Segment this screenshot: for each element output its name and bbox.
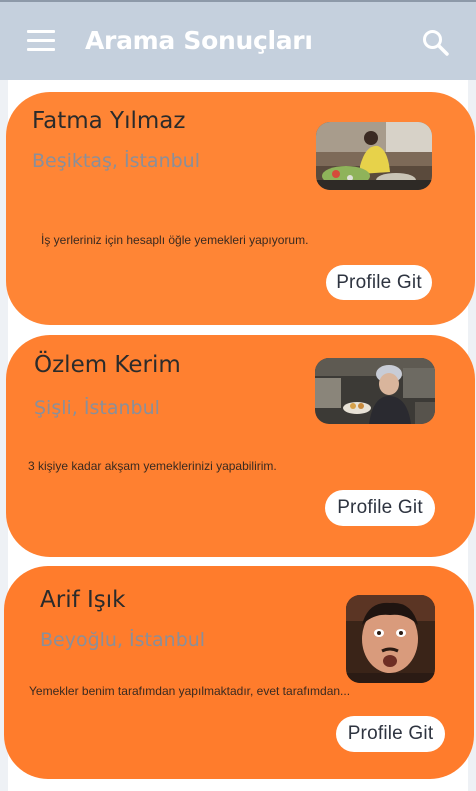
result-card: Fatma Yılmaz Beşiktaş, İstanbul İş yerle… bbox=[6, 92, 475, 325]
cook-location: Beşiktaş, İstanbul bbox=[32, 150, 200, 172]
go-to-profile-button[interactable]: Profile Git bbox=[336, 716, 445, 752]
cook-description: İş yerleriniz için hesaplı öğle yemekler… bbox=[41, 233, 309, 247]
cook-name: Özlem Kerim bbox=[34, 352, 181, 378]
cook-photo bbox=[346, 595, 435, 683]
search-icon[interactable] bbox=[421, 28, 451, 58]
cook-location: Şişli, İstanbul bbox=[34, 397, 160, 419]
results-list: Fatma Yılmaz Beşiktaş, İstanbul İş yerle… bbox=[4, 80, 475, 791]
app-bar: Arama Sonuçları bbox=[0, 0, 476, 80]
cook-description: 3 kişiye kadar akşam yemeklerinizi yapab… bbox=[28, 459, 277, 473]
page-title: Arama Sonuçları bbox=[85, 26, 313, 55]
result-card: Özlem Kerim Şişli, İstanbul 3 kişiye kad… bbox=[6, 335, 475, 557]
cook-description: Yemekler benim tarafımdan yapılmaktadır,… bbox=[29, 684, 351, 698]
go-to-profile-button[interactable]: Profile Git bbox=[325, 490, 435, 526]
cook-name: Arif Işık bbox=[40, 587, 126, 613]
result-card: Arif Işık Beyoğlu, İstanbul Yemekler ben… bbox=[4, 566, 474, 779]
go-to-profile-button[interactable]: Profile Git bbox=[326, 265, 432, 300]
cook-location: Beyoğlu, İstanbul bbox=[40, 629, 206, 651]
hamburger-menu-icon[interactable] bbox=[27, 30, 55, 54]
cook-photo bbox=[315, 358, 435, 424]
cook-photo bbox=[316, 122, 432, 190]
cook-name: Fatma Yılmaz bbox=[32, 108, 186, 134]
